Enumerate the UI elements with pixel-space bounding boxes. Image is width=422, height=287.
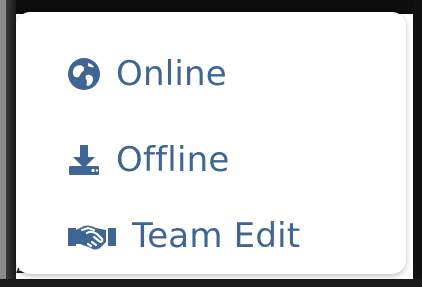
menu-item-team-edit[interactable]: Team Edit xyxy=(66,210,300,262)
mode-menu: Online Offline Team Edit xyxy=(16,12,406,274)
menu-item-label: Online xyxy=(116,54,227,94)
menu-item-label: Team Edit xyxy=(132,216,301,256)
menu-item-offline[interactable]: Offline xyxy=(66,134,229,186)
globe-icon xyxy=(66,56,102,92)
background-frame-right xyxy=(413,0,422,287)
menu-item-label: Offline xyxy=(116,140,230,180)
background-frame-bottom xyxy=(0,279,422,287)
background-frame-left xyxy=(0,0,16,287)
handshake-icon xyxy=(66,218,118,254)
menu-item-online[interactable]: Online xyxy=(66,48,227,100)
download-icon xyxy=(66,142,102,178)
